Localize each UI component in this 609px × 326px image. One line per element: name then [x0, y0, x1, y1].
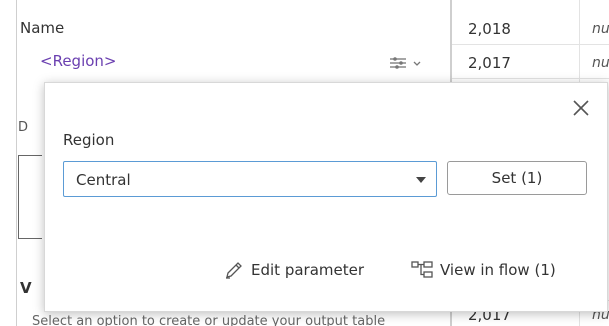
edit-parameter-link[interactable]: Edit parameter — [223, 259, 364, 281]
background-label-stub: D — [18, 120, 29, 135]
grid-row-divider — [452, 44, 609, 45]
output-hint-text: Select an option to create or update you… — [32, 314, 386, 326]
filter-sliders-icon[interactable] — [388, 55, 422, 71]
view-in-flow-link[interactable]: View in flow (1) — [410, 259, 556, 281]
region-select-value: Central — [76, 171, 131, 189]
pencil-icon — [226, 262, 242, 279]
table-cell-null: nul — [592, 55, 609, 71]
set-button[interactable]: Set (1) — [447, 161, 587, 195]
parameter-popup: Region Central Set (1) Edit parameter Vi… — [44, 82, 608, 312]
region-select[interactable]: Central — [63, 161, 437, 197]
flow-icon — [411, 261, 433, 278]
region-label: Region — [63, 131, 115, 149]
grid-row-divider — [452, 78, 609, 79]
table-cell-number: 2,017 — [468, 54, 511, 72]
chevron-down-icon — [416, 177, 426, 183]
edit-parameter-label: Edit parameter — [251, 261, 365, 279]
table-cell-null: nul — [592, 21, 609, 37]
background-heading-stub: V — [20, 279, 32, 297]
region-parameter-tag[interactable]: <Region> — [40, 52, 117, 70]
table-cell-number: 2,018 — [468, 20, 511, 38]
close-icon[interactable] — [568, 95, 594, 121]
background-box-stub — [18, 155, 42, 239]
view-in-flow-label: View in flow (1) — [440, 261, 556, 279]
field-name-label: Name — [20, 19, 65, 37]
